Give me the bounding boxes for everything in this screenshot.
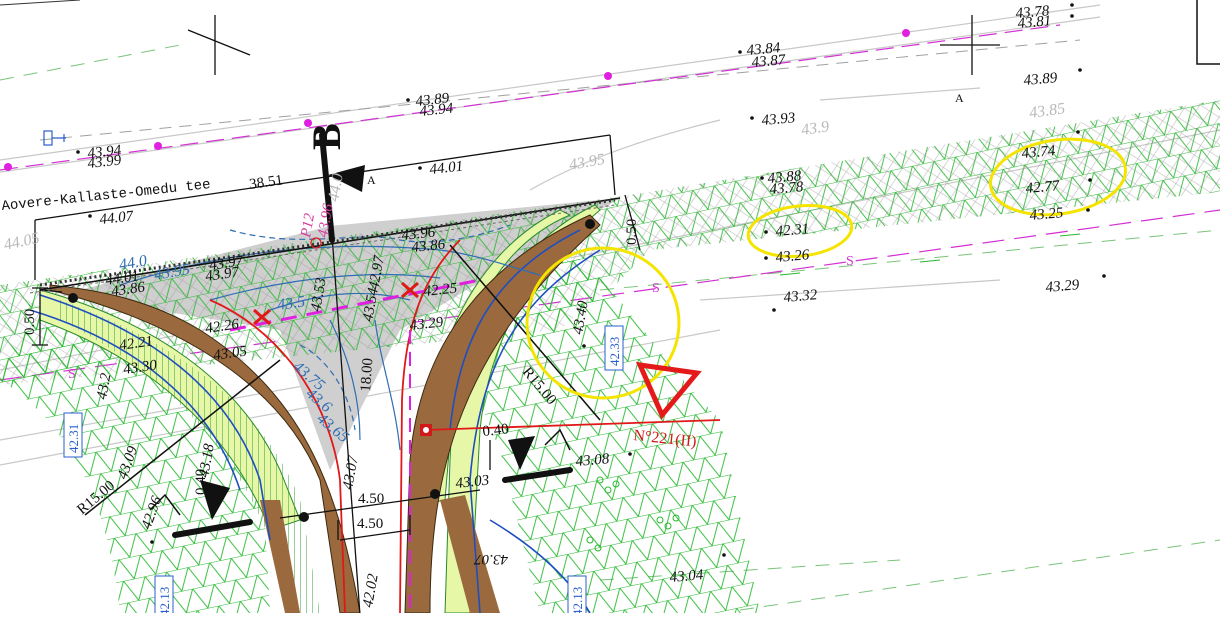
svg-text:43.93: 43.93 — [761, 110, 796, 129]
dimension-18: 18.00 — [358, 357, 376, 392]
dimension-050-left: 0.50 — [22, 309, 38, 335]
svg-text:43.89: 43.89 — [1023, 70, 1059, 89]
svg-text:43.85: 43.85 — [1028, 100, 1066, 122]
axis-letter: A — [367, 173, 376, 187]
svg-text:43.04: 43.04 — [669, 567, 705, 586]
axis-letter: A — [955, 91, 964, 105]
svg-text:44.0: 44.0 — [325, 172, 347, 203]
svg-text:43.9: 43.9 — [800, 118, 830, 139]
svg-text:44.01: 44.01 — [429, 159, 464, 178]
cad-drawing: SSS — [0, 0, 1220, 617]
svg-text:44.07: 44.07 — [99, 208, 136, 228]
svg-text:43.25: 43.25 — [1029, 205, 1065, 224]
dimension-38: 38.51 — [248, 172, 284, 193]
svg-text:43.74: 43.74 — [1021, 143, 1057, 162]
svg-text:S: S — [652, 281, 660, 296]
blue-box-label: 42.31 — [66, 424, 81, 453]
svg-text:43.78: 43.78 — [769, 179, 805, 198]
svg-text:S: S — [846, 254, 854, 269]
blue-box-label: 42.13 — [570, 587, 585, 613]
blue-box-label: 42.33 — [607, 337, 622, 366]
dimension-050-right: 0.50 — [624, 219, 640, 245]
svg-text:43.07: 43.07 — [473, 551, 508, 567]
svg-text:42.31: 42.31 — [775, 221, 810, 240]
dimension-450: 4.50 — [357, 516, 383, 532]
svg-text:4.50: 4.50 — [358, 491, 384, 507]
svg-text:43.03: 43.03 — [455, 473, 490, 492]
drawing-canvas: SSS — [0, 0, 1220, 617]
hydrant-icon — [43, 130, 66, 146]
svg-text:43.32: 43.32 — [783, 287, 819, 306]
svg-text:43.81: 43.81 — [1017, 13, 1052, 32]
svg-text:43.87: 43.87 — [751, 52, 788, 71]
dimension-040-right: 0.40 — [482, 421, 510, 440]
svg-text:43.29: 43.29 — [1045, 277, 1081, 296]
section-label: B — [304, 123, 349, 150]
svg-text:43.94: 43.94 — [419, 100, 455, 119]
svg-text:42.02: 42.02 — [360, 572, 382, 609]
svg-text:43.95: 43.95 — [568, 151, 606, 174]
svg-text:43.07: 43.07 — [340, 453, 362, 490]
svg-text:43.99: 43.99 — [87, 152, 123, 171]
svg-text:43.08: 43.08 — [575, 451, 611, 470]
svg-text:42.77: 42.77 — [1025, 178, 1062, 197]
blue-box-label: 42.13 — [157, 587, 172, 613]
svg-text:43.26: 43.26 — [775, 247, 811, 266]
